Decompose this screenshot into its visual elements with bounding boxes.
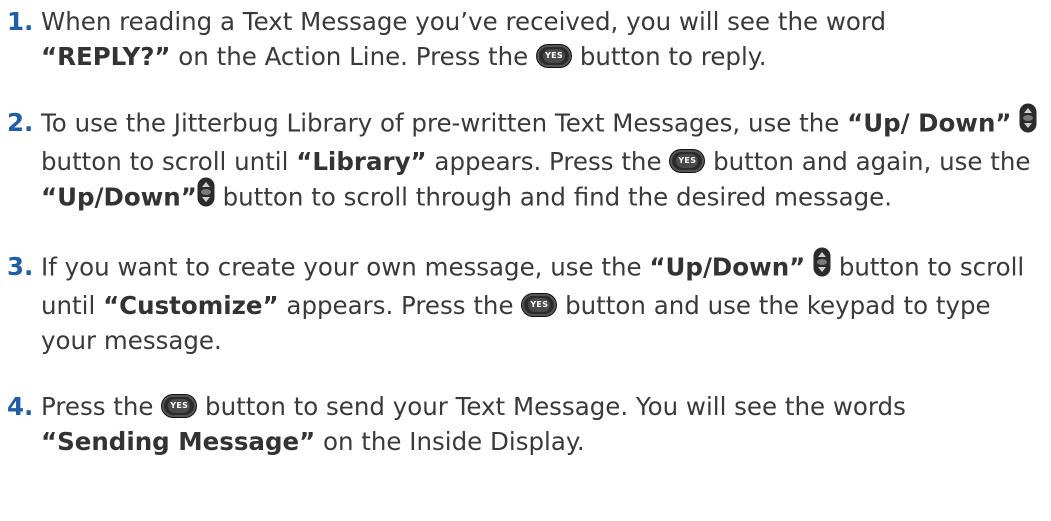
reply-keyword: “REPLY?” (41, 42, 171, 71)
yes-button-icon: YES (162, 395, 197, 417)
sending-message-keyword: “Sending Message” (41, 427, 316, 456)
yes-button-icon: YES (522, 294, 557, 316)
step-number: 4. (7, 392, 34, 421)
step-text: To use the Jitterbug Library of pre-writ… (41, 103, 1047, 218)
step-text: If you want to create your own message, … (41, 247, 1047, 358)
library-keyword: “Library” (296, 147, 427, 176)
step-3: 3. If you want to create your own messag… (7, 247, 1047, 358)
step-number: 1. (7, 7, 34, 36)
step-text: When reading a Text Message you’ve recei… (41, 7, 887, 71)
up-down-button-icon (197, 177, 215, 216)
step-1: 1. When reading a Text Message you’ve re… (7, 4, 1047, 74)
step-4: 4. Press the YES button to send your Tex… (7, 389, 1047, 459)
customize-keyword: “Customize” (103, 291, 279, 320)
up-down-button-icon (1019, 103, 1037, 142)
step-number: 3. (7, 252, 34, 281)
step-text: Press the YES button to send your Text M… (41, 392, 906, 456)
up-down-keyword: “Up/Down” (41, 182, 197, 212)
step-2: 2. To use the Jitterbug Library of pre-w… (7, 103, 1047, 218)
step-number: 2. (7, 108, 34, 137)
up-down-keyword: “Up/ Down” (847, 108, 1012, 138)
yes-button-icon: YES (670, 150, 705, 172)
up-down-keyword: “Up/Down” (649, 252, 806, 282)
instructions-page: 1. When reading a Text Message you’ve re… (7, 4, 1047, 490)
up-down-button-icon (813, 247, 831, 286)
yes-button-icon: YES (537, 45, 572, 67)
